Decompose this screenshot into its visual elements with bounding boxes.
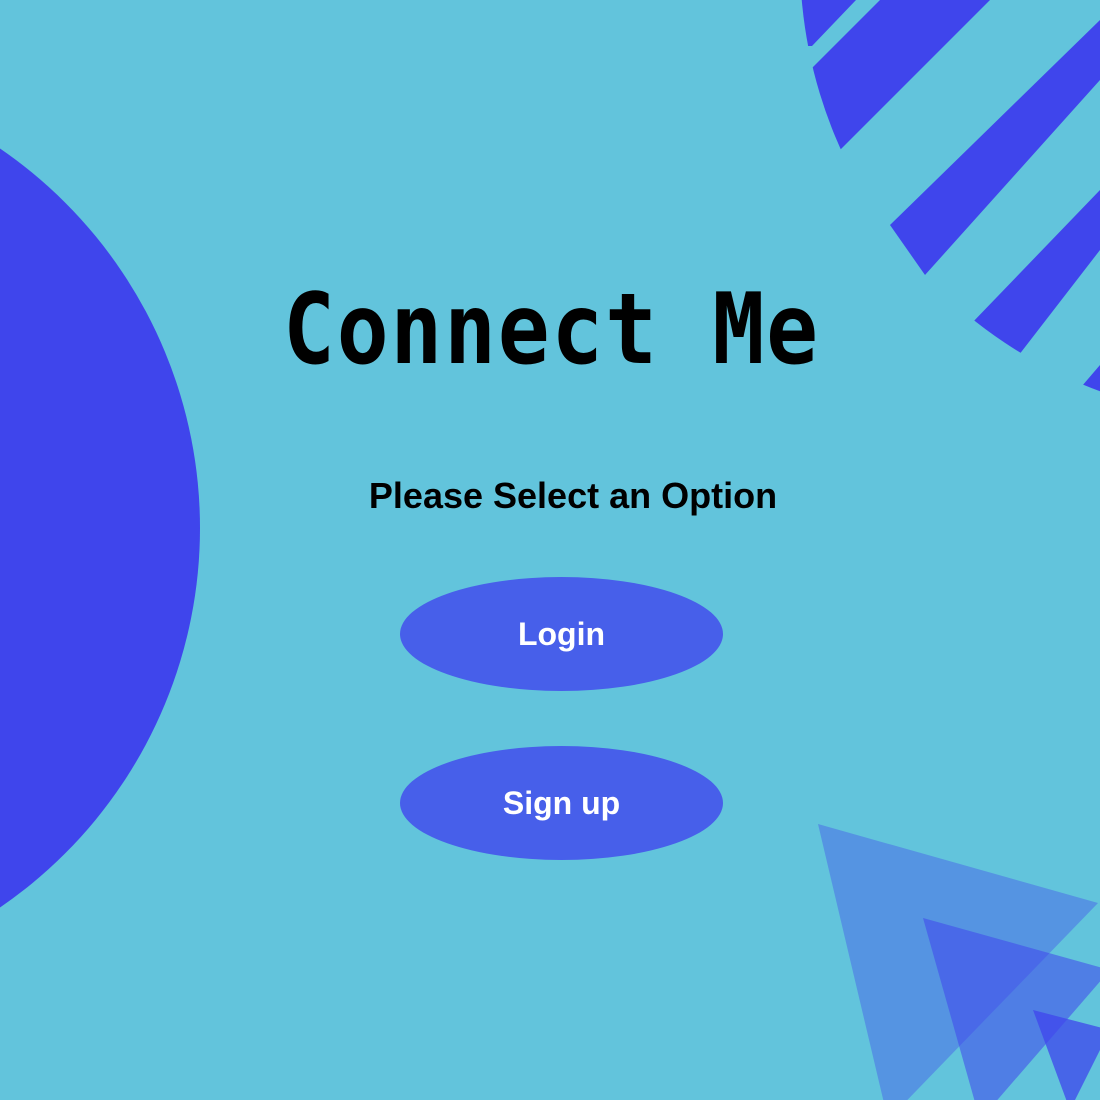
- app-title: Connect Me: [283, 273, 820, 387]
- select-option-prompt: Please Select an Option: [368, 475, 778, 516]
- background-decoration: [0, 0, 1100, 1100]
- signup-button-label: Sign up: [502, 785, 621, 821]
- login-button-label: Login: [517, 616, 606, 652]
- login-choice-screen: Connect Me Please Select an Option Login…: [0, 0, 1100, 1100]
- signup-button[interactable]: Sign up: [400, 746, 723, 860]
- login-button[interactable]: Login: [400, 577, 723, 691]
